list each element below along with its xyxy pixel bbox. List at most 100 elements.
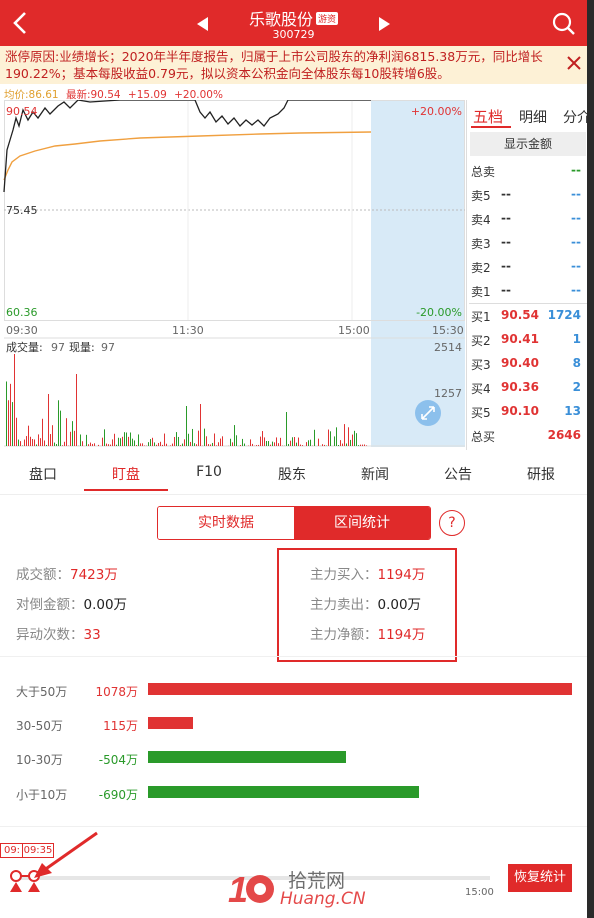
volume-bar xyxy=(60,410,61,446)
order-level-label: 卖5 xyxy=(471,189,491,203)
divider-bottom xyxy=(0,826,587,827)
volume-bar xyxy=(86,434,87,446)
volume-value: 97 xyxy=(51,341,65,354)
abnormal-stat: 异动次数：33 xyxy=(16,623,101,643)
volume-bar xyxy=(102,437,103,446)
fund-flow-bar xyxy=(148,683,572,695)
realtime-data-tab[interactable]: 实时数据 xyxy=(158,507,294,539)
tab-research[interactable]: 研报 xyxy=(518,464,564,484)
volume-bar xyxy=(42,418,43,446)
volume-bar xyxy=(334,436,335,446)
watermark-10-icon: 1 xyxy=(228,869,274,908)
volume-bar xyxy=(136,445,137,446)
volume-bar xyxy=(222,436,223,446)
volume-bar xyxy=(262,431,263,446)
restore-stats-button[interactable]: 恢复统计 xyxy=(508,864,572,892)
volume-bar xyxy=(62,445,63,446)
turnover-label: 成交额： xyxy=(16,567,70,583)
help-icon[interactable]: ? xyxy=(439,510,465,536)
fund-flow-value: -690万 xyxy=(98,788,138,802)
search-icon[interactable] xyxy=(551,11,577,37)
volume-bar xyxy=(50,434,51,446)
volume-bar xyxy=(268,441,269,446)
volume-bar xyxy=(324,444,325,446)
order-level-label: 总卖 xyxy=(471,165,496,179)
tab-pankou[interactable]: 盘口 xyxy=(20,464,66,484)
volume-bar xyxy=(210,444,211,446)
volume-bar xyxy=(116,444,117,446)
tab-shareholders[interactable]: 股东 xyxy=(269,464,315,484)
current-volume-label: 现量: xyxy=(69,341,95,354)
tab-five-levels[interactable]: 五档 xyxy=(473,106,503,127)
tab-announcements[interactable]: 公告 xyxy=(435,464,481,484)
pct-high-label: +20.00% xyxy=(411,105,462,118)
buy-level-row: 买1 90.54 1724 xyxy=(469,303,587,328)
close-icon[interactable] xyxy=(567,56,581,70)
volume-bar xyxy=(280,437,281,446)
volume-bar xyxy=(286,412,287,446)
volume-bar xyxy=(54,442,55,446)
tab-details[interactable]: 明细 xyxy=(519,107,547,127)
price-low-label: 60.36 xyxy=(6,306,38,319)
buy-level-row: 买4 90.36 2 xyxy=(469,376,587,400)
fund-flow-bar xyxy=(148,717,193,729)
volume-bar xyxy=(272,441,273,446)
volume-bar xyxy=(292,437,293,446)
order-level-volume: 1 xyxy=(572,332,581,346)
volume-bar xyxy=(44,440,45,446)
volume-bar xyxy=(350,439,351,446)
fund-flow-label: 30-50万 xyxy=(16,719,63,733)
order-level-label: 买2 xyxy=(471,334,491,348)
app-screen: 乐歌股份 游资 300729 涨停原因:业绩增长；2020年半年度报告，归属于上市… xyxy=(0,0,587,918)
fund-flow-label: 10-30万 xyxy=(16,753,63,767)
order-level-volume: 8 xyxy=(572,356,581,370)
volume-bar xyxy=(212,442,213,446)
volume-bar xyxy=(80,434,81,446)
volume-bar xyxy=(306,442,307,446)
tab-dingpan[interactable]: 盯盘 xyxy=(103,464,149,484)
volume-bar xyxy=(174,436,175,446)
timeline-start-box: 09: xyxy=(0,843,24,858)
volume-bar xyxy=(154,442,155,446)
volume-bar xyxy=(170,445,171,446)
main-buy-label: 主力买入： xyxy=(310,567,378,583)
svg-text:1: 1 xyxy=(228,869,248,908)
stock-name: 乐歌股份 xyxy=(248,10,313,29)
tab-distribution[interactable]: 分介 xyxy=(563,107,587,127)
order-level-label: 卖2 xyxy=(471,261,491,275)
volume-bar xyxy=(364,444,365,446)
volume-bar xyxy=(178,436,179,446)
hedge-label: 对倒金额： xyxy=(16,597,84,613)
volume-bar xyxy=(234,425,235,446)
volume-bar xyxy=(216,445,217,446)
volume-bar xyxy=(24,439,25,446)
volume-bar xyxy=(28,425,29,446)
order-level-label: 买4 xyxy=(471,382,491,396)
tab-f10[interactable]: F10 xyxy=(186,464,232,480)
price-mid-label: 75.45 xyxy=(6,204,38,217)
volume-bar xyxy=(290,440,291,446)
sell-level-row: 卖5 -- -- xyxy=(469,183,587,207)
volume-bar xyxy=(278,443,279,446)
order-level-price: 90.41 xyxy=(501,332,539,346)
sell-level-row: 卖4 -- -- xyxy=(469,207,587,231)
order-level-volume: -- xyxy=(571,283,581,297)
tab-news[interactable]: 新闻 xyxy=(352,464,398,484)
interval-stats-tab[interactable]: 区间统计 xyxy=(294,507,430,539)
buy-level-row: 买3 90.40 8 xyxy=(469,352,587,376)
volume-bar xyxy=(94,443,95,446)
volume-mid-label: 1257 xyxy=(434,387,462,400)
volume-bar xyxy=(90,442,91,446)
intraday-chart[interactable]: 90.54 75.45 60.36 +20.00% -20.00% 09:30 … xyxy=(0,100,466,450)
order-level-volume: 2646 xyxy=(547,428,581,442)
volume-bar xyxy=(46,444,47,446)
volume-bar xyxy=(64,441,65,446)
order-level-label: 买5 xyxy=(471,406,491,420)
main-sell-stat: 主力卖出：0.00万 xyxy=(310,593,421,613)
volume-bar xyxy=(258,444,259,446)
order-level-price: -- xyxy=(501,259,511,273)
order-level-price: -- xyxy=(501,235,511,249)
volume-bar xyxy=(260,436,261,446)
show-amount-button[interactable]: 显示金额 xyxy=(470,132,586,156)
next-stock-icon[interactable] xyxy=(379,17,391,31)
